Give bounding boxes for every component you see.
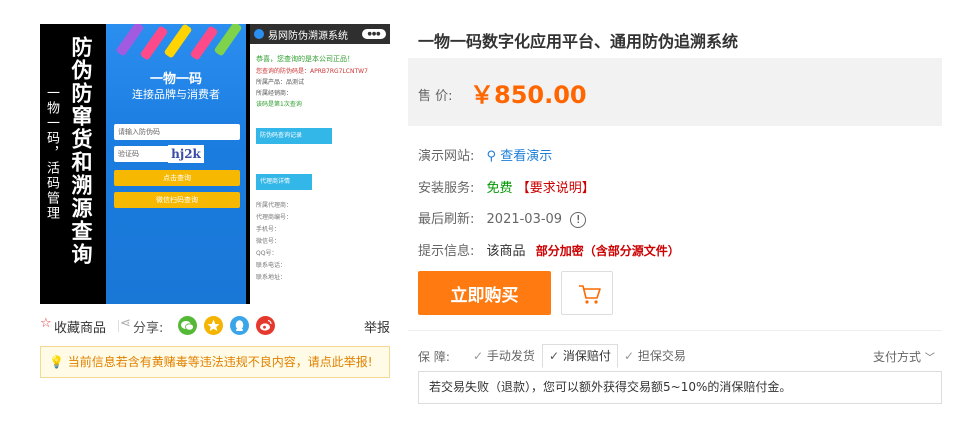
share-icon: ⋖ [120, 316, 131, 331]
price-label: 售 价: [418, 89, 453, 104]
mock-title: 易网防伪溯源系统 [268, 31, 348, 42]
divider [118, 320, 119, 332]
mock-code-line: 您查询的防伪码是：APRB7RG7LCNTW7 [256, 68, 368, 75]
mock-captcha-input: 验证码 [114, 146, 170, 162]
refresh-row: 最后刷新: 2021-03-09 ! [418, 208, 587, 228]
mock-field: 代理商编号： [256, 214, 293, 221]
mock-section-agent: 代理商详情 [256, 174, 312, 190]
refresh-date: 2021-03-09 [486, 212, 563, 227]
tab-label: 担保交易 [637, 349, 686, 363]
tip-highlight: 部分加密（含部分源文件） [535, 244, 680, 258]
install-value: 免费 [486, 181, 513, 196]
product-title: 一物一码数字化应用平台、通用防伪追溯系统 [418, 32, 739, 51]
search-icon[interactable]: ⚲ [487, 149, 497, 164]
mock-field: 联系电话： [256, 262, 287, 269]
qzone-share-icon[interactable] [204, 316, 223, 335]
refresh-label: 最后刷新: [418, 212, 475, 227]
tip-row: 提示信息: 该商品 部分加密（含部分源文件） [418, 240, 680, 259]
add-to-cart-button[interactable] [561, 271, 613, 315]
mock-field: 手机号： [256, 226, 281, 233]
share-label: 分享: [133, 321, 164, 336]
preview-blue-panel: 一物一码 连接品牌与消费者 请输入防伪码 验证码 hj2k 点击查询 微信扫码查… [106, 24, 246, 304]
buy-now-button[interactable]: 立即购买 [418, 271, 551, 315]
payment-methods-dropdown[interactable]: 支付方式 ﹀ [873, 348, 935, 365]
mock-logo-icon [254, 29, 264, 39]
mock-wechat-button: 微信扫码查询 [114, 192, 240, 208]
info-icon[interactable]: ! [570, 211, 587, 228]
mock-code-input: 请输入防伪码 [114, 124, 240, 140]
tip-label: 提示信息: [418, 244, 475, 259]
install-requirements-link[interactable]: 【要求说明】 [517, 181, 595, 196]
cart-icon [579, 285, 601, 304]
check-icon: ✓ [624, 349, 635, 363]
guarantee-label: 保 障: [418, 350, 450, 364]
preview-title-strip: 防伪防窜货和溯源查询 一物一码，活码管理 [40, 24, 106, 304]
bulb-icon: 💡 [49, 355, 64, 369]
tab-consumer-protection[interactable]: ✓ 消保赔付 [542, 344, 618, 368]
preview-mock-page: 易网防伪溯源系统 ●●● 恭喜，您查询的是本公司正品！ 您查询的防伪码是：APR… [250, 24, 390, 304]
section-divider [408, 330, 942, 331]
tab-escrow-trade[interactable]: ✓ 担保交易 [617, 344, 693, 368]
tab-label: 消保赔付 [562, 349, 611, 363]
mock-badge: ●●● [362, 29, 386, 39]
mock-dealer-line: 所属经销商： [256, 90, 293, 97]
mock-field: QQ号： [256, 250, 278, 257]
check-icon: ✓ [549, 349, 560, 363]
report-link[interactable]: 举报 [364, 317, 390, 336]
mock-field: 所属代理商： [256, 202, 293, 209]
check-icon: ✓ [473, 349, 484, 363]
guarantee-description: 若交易失败（退款），您可以额外获得交易额5~10%的消保赔付金。 [418, 371, 942, 404]
mock-header: 易网防伪溯源系统 ●●● [250, 24, 390, 44]
tab-label: 手动发货 [486, 349, 535, 363]
deco-stripe [213, 24, 243, 57]
deco-stripe [139, 25, 169, 61]
deco-stripe [189, 25, 219, 61]
demo-link[interactable]: 查看演示 [500, 149, 552, 164]
deco-stripe [163, 24, 193, 59]
tip-prefix: 该商品 [486, 244, 526, 259]
price-value: ￥850.00 [470, 81, 587, 109]
product-preview-image[interactable]: 防伪防窜货和溯源查询 一物一码，活码管理 一物一码 连接品牌与消费者 请输入防伪… [40, 24, 390, 304]
mock-ok-line: 恭喜，您查询的是本公司正品！ [256, 55, 354, 63]
price-band: 售 价: ￥850.00 [408, 58, 942, 126]
qq-share-icon[interactable] [230, 316, 249, 335]
tab-manual-delivery[interactable]: ✓ 手动发货 [466, 344, 542, 368]
mock-field: 联系地址： [256, 274, 287, 281]
wechat-share-icon[interactable] [178, 316, 197, 335]
notice-text[interactable]: 当前信息若含有黄赌毒等违法违规不良内容，请点此举报! [68, 355, 373, 369]
mock-field: 微信号： [256, 238, 281, 245]
report-notice[interactable]: 💡 当前信息若含有黄赌毒等违法违规不良内容，请点此举报! [40, 346, 390, 378]
preview-slogan: 一物一码，活码管理 [44, 86, 59, 221]
demo-row: 演示网站: ⚲ 查看演示 [418, 145, 552, 164]
install-row: 安装服务: 免费 【要求说明】 [418, 177, 595, 196]
mock-product-line: 所属产品：品测试 [256, 79, 305, 86]
mock-section-records: 防伪码查询记录 [256, 128, 332, 144]
weibo-share-icon[interactable] [256, 316, 275, 335]
install-label: 安装服务: [418, 181, 475, 196]
mock-count-line: 该码是第1次查询 [256, 101, 302, 108]
mock-query-button: 点击查询 [114, 170, 240, 186]
mock-captcha-image: hj2k [168, 145, 204, 163]
payment-methods-label: 支付方式 [873, 350, 922, 364]
demo-label: 演示网站: [418, 149, 475, 164]
panel-subheading: 连接品牌与消费者 [132, 88, 220, 101]
mock-field-list: 所属代理商： 代理商编号： 手机号： 微信号： QQ号： 联系电话： 联系地址： [256, 200, 292, 284]
star-outline-icon[interactable]: ☆ [40, 316, 52, 331]
share-row: ☆ 收藏商品 ⋖ 分享: 举报 [40, 316, 392, 336]
panel-heading: 一物一码 [149, 72, 202, 87]
favorite-link[interactable]: 收藏商品 [54, 317, 106, 336]
preview-big-title: 防伪防窜货和溯源查询 [69, 36, 93, 266]
chevron-down-icon: ﹀ [924, 353, 935, 364]
